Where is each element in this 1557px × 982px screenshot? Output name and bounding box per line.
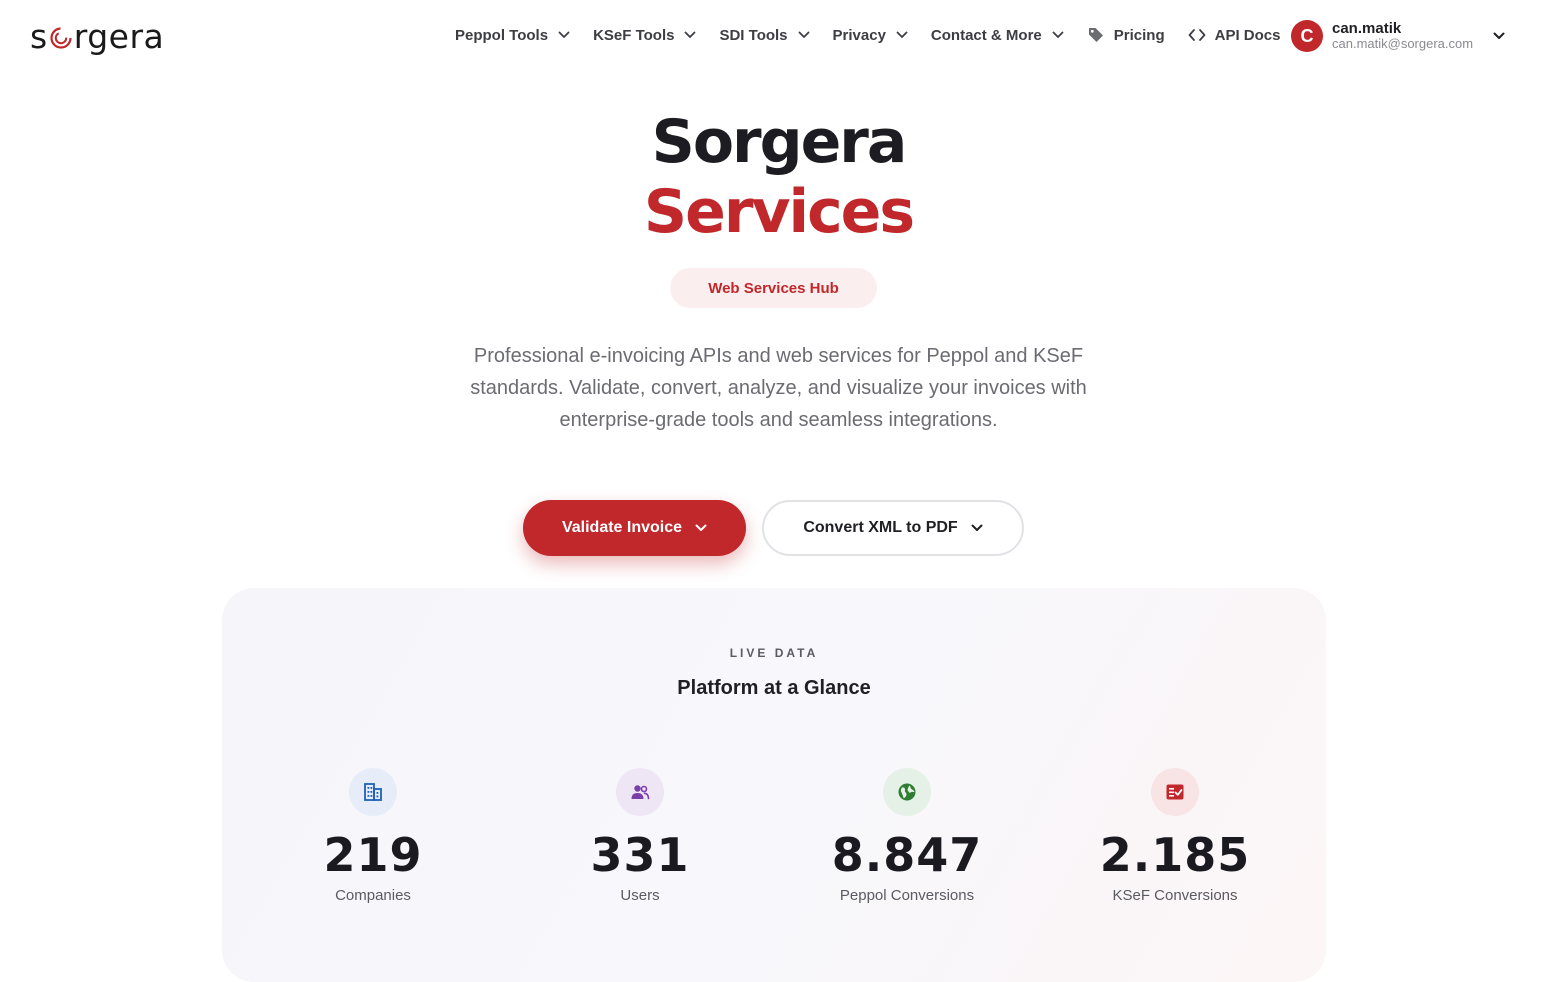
chevron-down-icon bbox=[971, 524, 983, 531]
button-label: Validate Invoice bbox=[561, 519, 683, 536]
stat-value: 331 bbox=[590, 828, 690, 882]
avatar: C bbox=[1291, 20, 1323, 52]
nav-label: Contact & More bbox=[930, 26, 1042, 44]
convert-xml-to-pdf-button[interactable]: Convert XML to PDF bbox=[762, 500, 1024, 556]
user-menu[interactable]: C can.matik can.matik@sorgera.com bbox=[1291, 19, 1505, 53]
globe-icon bbox=[883, 768, 931, 816]
stat-companies: 219 Companies bbox=[243, 768, 503, 904]
nav-peppol-tools[interactable]: Peppol Tools bbox=[455, 27, 570, 44]
user-info: can.matik can.matik@sorgera.com bbox=[1332, 20, 1473, 52]
stats-kicker: LIVE DATA bbox=[729, 646, 819, 660]
hero-badge: Web Services Hub bbox=[670, 268, 877, 308]
platform-stats-card: LIVE DATA Platform at a Glance 219 Compa… bbox=[222, 588, 1326, 982]
stat-ksef-conversions: 2.185 KSeF Conversions bbox=[1045, 768, 1305, 904]
stat-label: Peppol Conversions bbox=[839, 886, 975, 904]
nav-label: SDI Tools bbox=[719, 26, 788, 44]
hero-title-line1: Sorgera bbox=[651, 107, 908, 177]
button-label: Convert XML to PDF bbox=[803, 519, 958, 536]
stat-users: 331 Users bbox=[510, 768, 770, 904]
top-header: s rgera Peppol Tools KSeF Tools SDI Tool… bbox=[0, 0, 1557, 72]
user-name: can.matik bbox=[1332, 19, 1402, 37]
hero-title-line2: Services bbox=[643, 177, 915, 247]
stat-value: 8.847 bbox=[831, 828, 983, 882]
stat-value: 2.185 bbox=[1099, 828, 1251, 882]
nav-api-docs[interactable]: API Docs bbox=[1188, 26, 1281, 44]
chevron-down-icon bbox=[896, 31, 908, 38]
building-icon bbox=[349, 768, 397, 816]
nav-contact-more[interactable]: Contact & More bbox=[931, 27, 1064, 44]
logo-prefix: s bbox=[30, 16, 48, 56]
nav-label: Peppol Tools bbox=[455, 26, 549, 44]
chevron-down-icon bbox=[558, 31, 570, 38]
nav-pricing[interactable]: Pricing bbox=[1087, 26, 1165, 44]
chevron-down-icon bbox=[685, 31, 696, 38]
stat-value: 219 bbox=[323, 828, 423, 882]
sorgera-logo[interactable]: s rgera bbox=[30, 16, 164, 56]
hero-description: Professional e-invoicing APIs and web se… bbox=[470, 345, 1087, 431]
user-email: can.matik@sorgera.com bbox=[1332, 36, 1474, 52]
stat-label: Users bbox=[620, 886, 660, 904]
nav-sdi-tools[interactable]: SDI Tools bbox=[719, 27, 809, 44]
chevron-down-icon bbox=[695, 524, 707, 531]
nav-ksef-tools[interactable]: KSeF Tools bbox=[593, 27, 696, 44]
stat-peppol-conversions: 8.847 Peppol Conversions bbox=[777, 768, 1037, 904]
users-icon bbox=[616, 768, 664, 816]
nav-privacy[interactable]: Privacy bbox=[833, 27, 908, 44]
nav-label: Privacy bbox=[832, 26, 886, 44]
stat-label: KSeF Conversions bbox=[1112, 886, 1238, 904]
chevron-down-icon bbox=[1052, 31, 1064, 38]
code-icon bbox=[1188, 29, 1206, 41]
logo-suffix: rgera bbox=[73, 16, 165, 56]
tag-icon bbox=[1088, 28, 1103, 42]
validate-invoice-button[interactable]: Validate Invoice bbox=[523, 500, 746, 556]
nav-label: Pricing bbox=[1113, 26, 1165, 44]
chevron-down-icon bbox=[798, 31, 809, 38]
chevron-down-icon bbox=[1493, 32, 1505, 39]
nav-label: KSeF Tools bbox=[593, 26, 675, 44]
nav-label: API Docs bbox=[1214, 26, 1281, 44]
stat-label: Companies bbox=[335, 886, 411, 904]
stats-title: Platform at a Glance bbox=[677, 677, 871, 699]
main-nav: Peppol Tools KSeF Tools SDI Tools Privac… bbox=[455, 20, 1303, 50]
logo-swirl-icon bbox=[50, 27, 72, 49]
checklist-icon bbox=[1151, 768, 1199, 816]
